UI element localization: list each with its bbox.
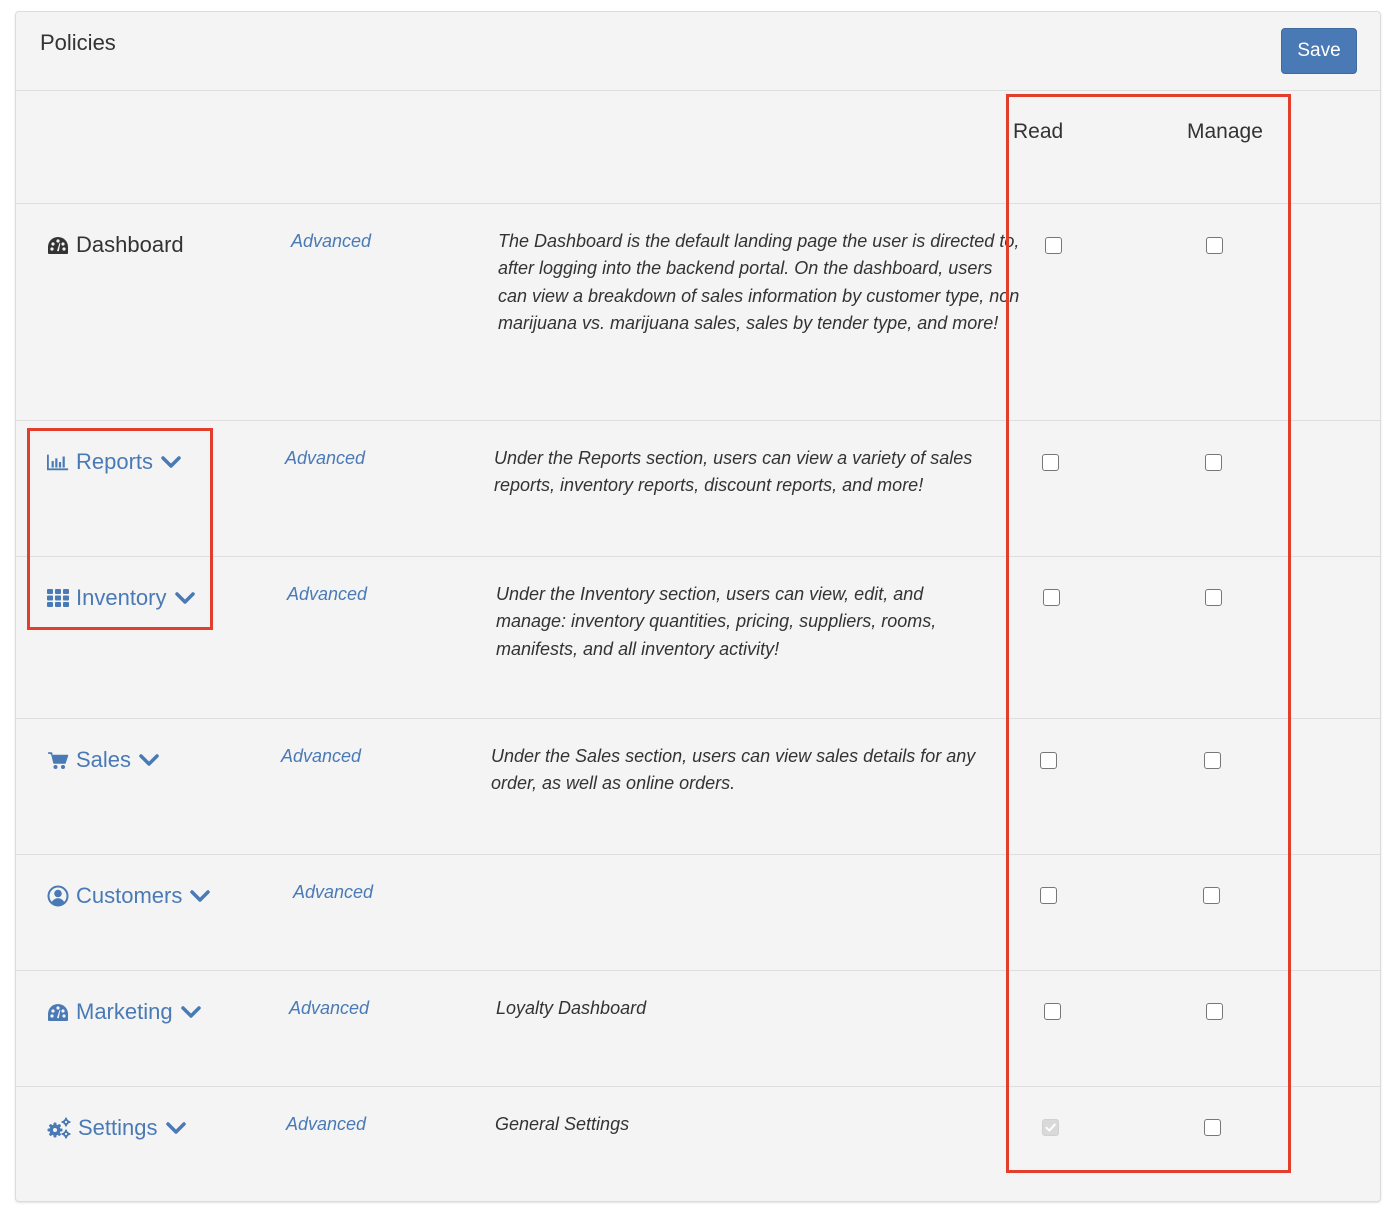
policy-description: Under the Sales section, users can view …	[491, 746, 976, 794]
read-checkbox-dashboard[interactable]	[1045, 237, 1062, 254]
policy-label: Inventory	[76, 585, 167, 610]
advanced-link[interactable]: Advanced	[281, 746, 361, 767]
chevron-down-icon[interactable]	[139, 753, 159, 767]
divider	[16, 203, 1380, 204]
save-button[interactable]: Save	[1281, 28, 1357, 74]
column-header-read: Read	[1013, 120, 1064, 143]
advanced-link[interactable]: Advanced	[293, 882, 373, 903]
divider	[16, 970, 1380, 971]
chevron-down-icon[interactable]	[180, 1005, 201, 1019]
grid-icon	[47, 588, 69, 608]
policy-row-settings[interactable]: Settings	[47, 1115, 186, 1141]
divider	[16, 718, 1380, 719]
chevron-down-icon[interactable]	[161, 455, 181, 469]
chevron-down-icon[interactable]	[165, 1121, 186, 1135]
policy-label: Dashboard	[76, 232, 184, 257]
advanced-link[interactable]: Advanced	[291, 231, 371, 252]
read-checkbox-sales[interactable]	[1040, 752, 1057, 769]
policy-label: Marketing	[76, 999, 173, 1024]
chevron-down-icon[interactable]	[190, 889, 211, 903]
advanced-link[interactable]: Advanced	[287, 584, 367, 605]
manage-checkbox-customers[interactable]	[1203, 887, 1220, 904]
checkmark-icon	[1045, 1123, 1056, 1132]
policy-label: Settings	[78, 1115, 158, 1140]
divider	[16, 556, 1380, 557]
policy-description: General Settings	[495, 1114, 630, 1134]
panel-title: Policies	[40, 30, 116, 55]
policy-row-dashboard: Dashboard	[47, 232, 184, 258]
policy-label: Reports	[76, 449, 154, 474]
manage-checkbox-marketing[interactable]	[1206, 1003, 1223, 1020]
gears-icon	[47, 1117, 71, 1139]
read-checkbox-marketing[interactable]	[1044, 1003, 1061, 1020]
policy-row-customers[interactable]: Customers	[47, 883, 211, 909]
advanced-link[interactable]: Advanced	[286, 1114, 366, 1135]
divider	[16, 1086, 1380, 1087]
policy-label: Sales	[76, 747, 132, 772]
manage-checkbox-reports[interactable]	[1205, 454, 1222, 471]
chevron-down-icon[interactable]	[174, 591, 195, 605]
advanced-link[interactable]: Advanced	[285, 448, 365, 469]
manage-checkbox-settings[interactable]	[1204, 1119, 1221, 1136]
policy-row-marketing[interactable]: Marketing	[47, 999, 201, 1025]
policy-description: The Dashboard is the default landing pag…	[498, 231, 1020, 333]
dashboard-gauge-icon	[47, 235, 69, 255]
read-checkbox-settings-checked-disabled	[1042, 1119, 1059, 1136]
divider	[16, 90, 1380, 91]
read-checkbox-customers[interactable]	[1040, 887, 1057, 904]
policy-row-sales[interactable]: Sales	[47, 747, 159, 773]
policies-panel: Policies Save Read Manage Dashboard Adva…	[15, 11, 1381, 1202]
shopping-cart-icon	[47, 750, 69, 770]
bar-chart-icon	[47, 452, 69, 472]
policy-row-inventory[interactable]: Inventory	[47, 585, 195, 611]
read-checkbox-reports[interactable]	[1042, 454, 1059, 471]
dashboard-gauge-icon	[47, 1002, 69, 1022]
policy-description: Loyalty Dashboard	[496, 998, 647, 1018]
divider	[16, 854, 1380, 855]
manage-checkbox-inventory[interactable]	[1205, 589, 1222, 606]
manage-checkbox-sales[interactable]	[1204, 752, 1221, 769]
policy-label: Customers	[76, 883, 183, 908]
column-header-manage: Manage	[1187, 120, 1263, 143]
policy-description: Under the Inventory section, users can v…	[496, 584, 937, 659]
user-circle-icon	[47, 885, 69, 907]
divider	[16, 420, 1380, 421]
policy-description: Under the Reports section, users can vie…	[494, 448, 973, 496]
read-checkbox-inventory[interactable]	[1043, 589, 1060, 606]
policy-row-reports[interactable]: Reports	[47, 449, 181, 475]
advanced-link[interactable]: Advanced	[289, 998, 369, 1019]
manage-checkbox-dashboard[interactable]	[1206, 237, 1223, 254]
